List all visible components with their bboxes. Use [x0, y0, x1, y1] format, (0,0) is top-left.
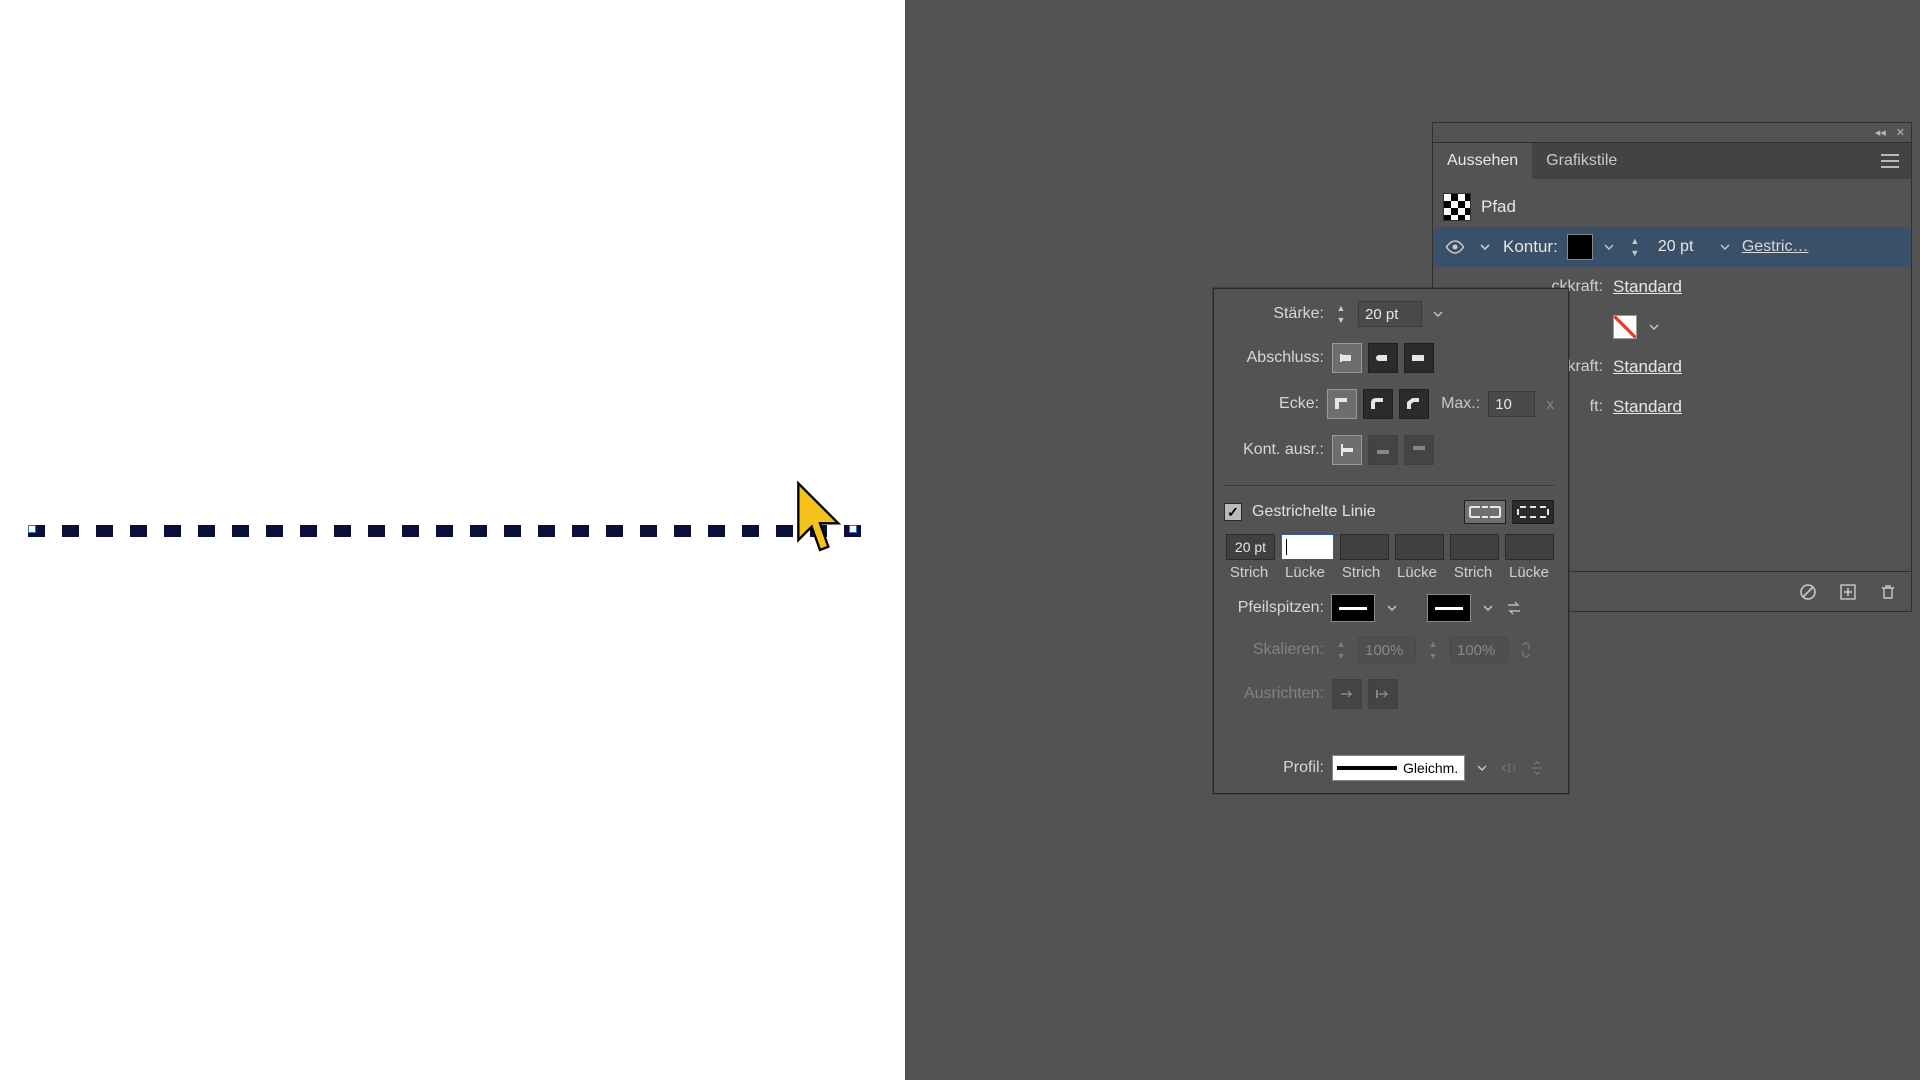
new-appearance-icon[interactable]: [1837, 581, 1859, 603]
align-stroke-outside-button: [1404, 435, 1434, 465]
weight-stepper[interactable]: ▲▼: [1332, 302, 1350, 326]
scale-2-field: 100%: [1450, 637, 1508, 663]
dashed-line-label: Gestrichelte Linie: [1252, 503, 1376, 521]
dash-label: Strich: [1336, 564, 1386, 581]
cap-butt-button[interactable]: [1332, 343, 1362, 373]
weight-dropdown-icon[interactable]: [1430, 301, 1446, 327]
dash-label: Strich: [1448, 564, 1498, 581]
arrowhead-end-dropdown-icon[interactable]: [1480, 595, 1496, 621]
chevron-down-icon[interactable]: [1718, 235, 1732, 259]
gap-label: Lücke: [1280, 564, 1330, 581]
appearance-stroke-row[interactable]: Kontur: ▲▼ 20 pt Gestric…: [1433, 227, 1911, 267]
swap-arrowheads-icon[interactable]: [1504, 598, 1524, 618]
gap-2-field[interactable]: [1395, 534, 1444, 560]
tab-graphic-styles[interactable]: Grafikstile: [1532, 143, 1631, 179]
opacity-value[interactable]: Standard: [1613, 277, 1682, 297]
link-scale-icon: [1516, 640, 1536, 660]
dash-3-field[interactable]: [1450, 534, 1499, 560]
dashed-path[interactable]: [28, 523, 858, 539]
panel-close-icon[interactable]: ✕: [1896, 126, 1905, 139]
corner-label: Ecke:: [1224, 395, 1319, 413]
object-thumb-icon: [1443, 193, 1471, 221]
mouse-cursor-icon: [795, 480, 845, 555]
arrowhead-start-dropdown-icon[interactable]: [1384, 595, 1400, 621]
corner-round-button[interactable]: [1363, 389, 1393, 419]
panel-tabs: Aussehen Grafikstile: [1433, 143, 1911, 179]
stroke-weight-value[interactable]: 20 pt: [1654, 238, 1708, 256]
gap-label: Lücke: [1392, 564, 1442, 581]
cap-round-button[interactable]: [1368, 343, 1398, 373]
dash-label: Strich: [1224, 564, 1274, 581]
scale-2-stepper: ▲▼: [1424, 638, 1442, 662]
swatch-dropdown-icon[interactable]: [1602, 235, 1616, 259]
stroke-flyout-panel: Stärke: ▲▼ 20 pt Abschluss: Ecke: Max.: …: [1213, 288, 1569, 794]
arrow-tip-button: [1368, 679, 1398, 709]
dash-1-field[interactable]: 20 pt: [1226, 534, 1275, 560]
flip-profile-v-icon: [1527, 758, 1547, 778]
corner-bevel-button[interactable]: [1399, 389, 1429, 419]
arrowhead-start-picker[interactable]: [1332, 595, 1374, 621]
flip-profile-h-icon: [1499, 758, 1519, 778]
chevron-down-icon[interactable]: [1647, 315, 1661, 339]
appearance-stroke-label: Kontur:: [1503, 237, 1558, 257]
weight-label: Stärke:: [1224, 305, 1324, 323]
tab-appearance[interactable]: Aussehen: [1433, 143, 1532, 179]
fill-none-swatch[interactable]: [1613, 315, 1637, 339]
miter-limit-label: Max.:: [1441, 395, 1480, 413]
align-arrow-label: Ausrichten:: [1224, 685, 1324, 703]
dash-2-field[interactable]: [1340, 534, 1389, 560]
panel-menu-icon[interactable]: [1875, 143, 1905, 179]
weight-field[interactable]: 20 pt: [1358, 301, 1422, 327]
arrow-extend-button: [1332, 679, 1362, 709]
miter-limit-field[interactable]: 10: [1488, 391, 1534, 417]
gap-3-field[interactable]: [1505, 534, 1554, 560]
cap-square-button[interactable]: [1404, 343, 1434, 373]
align-stroke-inside-button: [1368, 435, 1398, 465]
align-stroke-label: Kont. ausr.:: [1224, 441, 1324, 459]
cap-label: Abschluss:: [1224, 349, 1324, 367]
anchor-start-point[interactable]: [28, 525, 36, 533]
gap-1-field[interactable]: [1281, 534, 1334, 560]
corner-miter-button[interactable]: [1327, 389, 1357, 419]
opacity-value[interactable]: Standard: [1613, 357, 1682, 377]
gap-label: Lücke: [1504, 564, 1554, 581]
delete-appearance-icon[interactable]: [1877, 581, 1899, 603]
disclosure-icon[interactable]: [1477, 239, 1493, 255]
profile-label: Profil:: [1224, 759, 1324, 777]
arrowheads-label: Pfeilspitzen:: [1224, 599, 1324, 617]
panel-collapse-icon[interactable]: ◂◂: [1875, 126, 1886, 139]
stroke-color-swatch[interactable]: [1568, 235, 1592, 259]
scale-1-stepper: ▲▼: [1332, 638, 1350, 662]
miter-limit-x: x: [1547, 396, 1555, 413]
appearance-object-type: Pfad: [1433, 187, 1911, 227]
clear-appearance-icon[interactable]: [1797, 581, 1819, 603]
artboard[interactable]: [0, 0, 905, 1080]
profile-dropdown[interactable]: Gleichm.: [1332, 755, 1465, 781]
panel-titlebar[interactable]: ◂◂ ✕: [1433, 123, 1911, 143]
anchor-end-point[interactable]: [849, 525, 857, 533]
dash-preserve-button[interactable]: [1464, 500, 1506, 524]
dash-align-button[interactable]: [1512, 500, 1554, 524]
opacity-value[interactable]: Standard: [1613, 397, 1682, 417]
visibility-toggle-icon[interactable]: [1443, 235, 1467, 259]
align-stroke-center-button[interactable]: [1332, 435, 1362, 465]
scale-label: Skalieren:: [1224, 641, 1324, 659]
profile-value: Gleichm.: [1401, 760, 1464, 776]
arrowhead-end-picker[interactable]: [1428, 595, 1470, 621]
scale-1-field: 100%: [1358, 637, 1416, 663]
stroke-weight-stepper[interactable]: ▲▼: [1626, 235, 1644, 259]
dashed-line-checkbox[interactable]: ✓: [1224, 503, 1242, 521]
object-type-label: Pfad: [1481, 197, 1516, 217]
profile-preview-icon: [1337, 766, 1397, 770]
profile-dropdown-icon[interactable]: [1473, 755, 1491, 781]
dashed-link-label[interactable]: Gestric…: [1742, 238, 1809, 256]
